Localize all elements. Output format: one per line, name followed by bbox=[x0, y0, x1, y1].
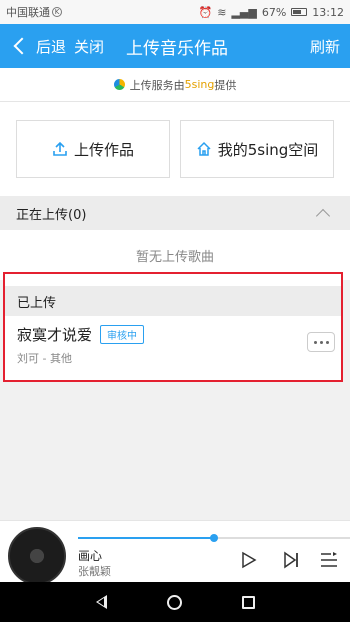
status-bar: 中国联通 K ⏰ ≋ ▂▄▆ 67% 13:12 bbox=[0, 0, 350, 24]
progress-knob[interactable] bbox=[210, 534, 218, 542]
notice-suffix: 提供 bbox=[214, 78, 237, 92]
refresh-button[interactable]: 刷新 bbox=[310, 36, 340, 57]
uploading-header-label: 正在上传(0) bbox=[16, 207, 87, 223]
notice-prefix: 上传服务由 bbox=[129, 78, 185, 92]
system-nav-bar bbox=[0, 582, 350, 622]
system-home-icon[interactable] bbox=[166, 594, 182, 610]
mini-player: 画心 张靓颖 bbox=[0, 520, 350, 585]
nav-bar: 后退 关闭 上传音乐作品 刷新 bbox=[0, 24, 350, 68]
carrier-name: 中国联通 bbox=[6, 6, 50, 19]
album-cover[interactable] bbox=[8, 527, 66, 585]
more-dots-icon bbox=[319, 340, 323, 344]
page-title: 上传音乐作品 bbox=[126, 38, 229, 59]
uploaded-section-header: 已上传 bbox=[5, 286, 341, 316]
service-notice: 上传服务由 5sing 提供 bbox=[0, 68, 350, 102]
notice-brand: 5sing bbox=[184, 78, 215, 91]
upload-work-button[interactable]: 上传作品 bbox=[16, 120, 170, 178]
upload-work-label: 上传作品 bbox=[73, 140, 134, 159]
battery-icon bbox=[291, 8, 308, 16]
back-button[interactable]: 后退 bbox=[10, 36, 66, 57]
system-back-icon[interactable] bbox=[95, 595, 107, 609]
uploading-section-header[interactable]: 正在上传(0) bbox=[0, 196, 350, 230]
song-meta: 刘可 - 其他 bbox=[17, 352, 72, 365]
5sing-logo-icon bbox=[113, 79, 125, 90]
progress-bar[interactable] bbox=[78, 534, 350, 542]
track-name: 画心 bbox=[78, 549, 103, 563]
chevron-up-icon[interactable] bbox=[315, 208, 331, 223]
my-space-button[interactable]: 我的5sing空间 bbox=[180, 120, 334, 178]
more-dots-icon bbox=[325, 340, 329, 344]
progress-fill bbox=[78, 537, 214, 539]
review-status-badge: 审核中 bbox=[100, 325, 144, 344]
song-title[interactable]: 寂寞才说爱 bbox=[17, 324, 92, 345]
my-space-label: 我的5sing空间 bbox=[217, 140, 319, 159]
status-icons: ⏰ ≋ ▂▄▆ 67% 13:12 bbox=[199, 6, 344, 19]
play-icon[interactable] bbox=[240, 551, 258, 569]
close-button[interactable]: 关闭 bbox=[74, 36, 104, 57]
chevron-left-icon bbox=[13, 37, 31, 55]
back-label: 后退 bbox=[36, 37, 67, 56]
more-options-button[interactable] bbox=[307, 332, 335, 352]
action-panel: 上传作品 我的5sing空间 bbox=[0, 102, 350, 196]
more-dots-icon bbox=[313, 340, 317, 344]
home-icon bbox=[197, 141, 211, 156]
clock: 13:12 bbox=[312, 5, 344, 19]
playlist-icon[interactable] bbox=[320, 551, 338, 569]
track-artist: 张靓颖 bbox=[78, 565, 111, 578]
system-recents-icon[interactable] bbox=[241, 595, 255, 609]
battery-percent: 67% bbox=[261, 5, 287, 19]
upload-icon bbox=[53, 141, 67, 156]
uploaded-section: 已上传 寂寞才说爱 审核中 刘可 - 其他 bbox=[3, 272, 343, 382]
carrier-badge: K bbox=[52, 7, 62, 17]
next-track-icon[interactable] bbox=[282, 551, 300, 569]
wifi-icon: ≋ bbox=[217, 5, 227, 19]
signal-icon: ▂▄▆ bbox=[231, 5, 257, 19]
alarm-icon: ⏰ bbox=[198, 5, 213, 19]
